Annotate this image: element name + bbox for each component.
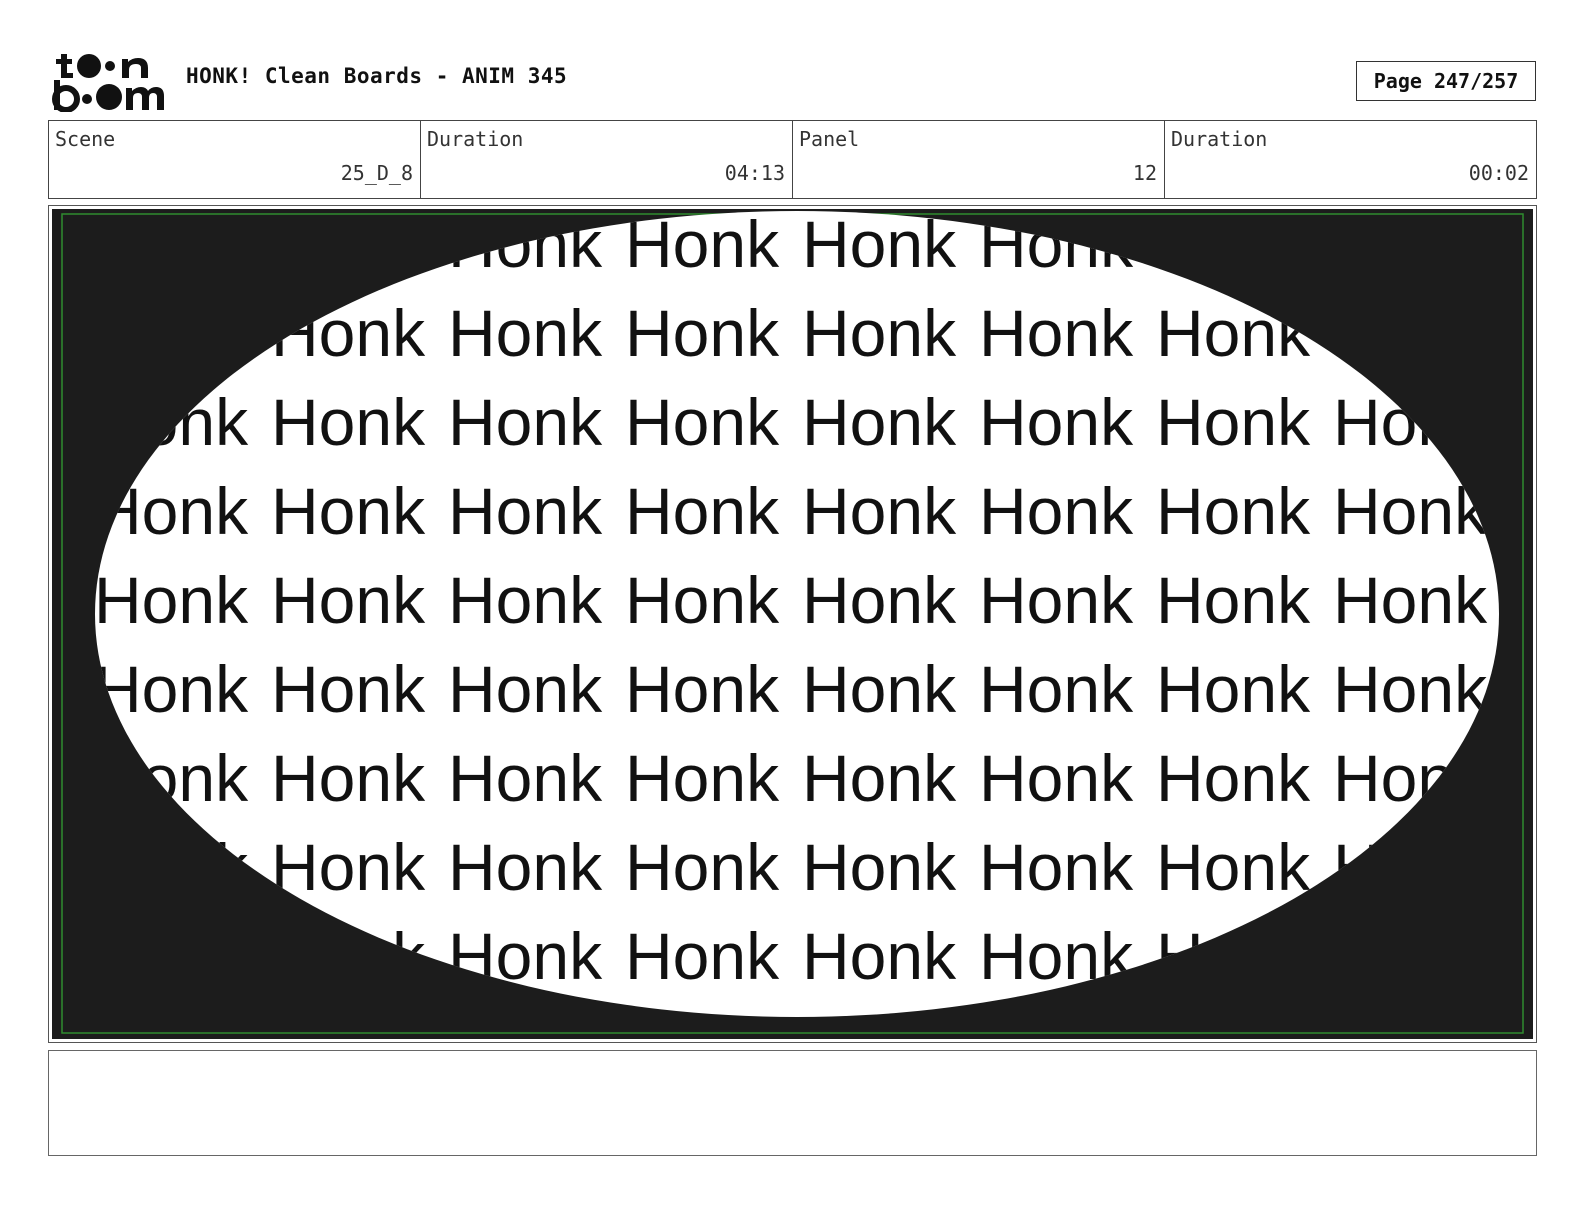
honk-word: Honk (979, 296, 1134, 370)
honk-word: Honk (448, 296, 603, 370)
honk-word: Honk (271, 474, 426, 548)
honk-word: Honk (979, 652, 1134, 726)
honk-word: Honk (802, 296, 957, 370)
toon-boom-logo (52, 54, 164, 112)
panel-duration-cell: Duration 00:02 (1165, 121, 1536, 198)
honk-word: Honk (802, 830, 957, 904)
honk-word: Honk (271, 830, 426, 904)
honk-word: Honk (448, 652, 603, 726)
honk-word: Honk (271, 741, 426, 815)
honk-word: Honk (802, 741, 957, 815)
honk-word: Honk (802, 563, 957, 637)
honk-word: Honk (1333, 652, 1488, 726)
panel-label: Panel (799, 127, 860, 151)
honk-word: Honk (448, 741, 603, 815)
panel-cell: Panel 12 (793, 121, 1165, 198)
honk-word: Honk (979, 563, 1134, 637)
panel-value: 12 (1132, 161, 1157, 185)
honk-word: Honk (1156, 830, 1311, 904)
honk-word: Honk (1156, 474, 1311, 548)
honk-word: Honk (979, 474, 1134, 548)
honk-word: Honk (625, 741, 780, 815)
honk-word: Honk (625, 563, 780, 637)
panel-duration-label: Duration (1171, 127, 1268, 151)
honk-word: Honk (448, 474, 603, 548)
notes-box (48, 1050, 1537, 1156)
page-number: Page 247/257 (1356, 61, 1536, 101)
honk-word: Honk (448, 830, 603, 904)
panel-frame: Honk Honk Honk Honk Honk Honk Honk Honk Honk Honk… (48, 205, 1537, 1043)
panel-duration-value: 00:02 (1468, 161, 1529, 185)
honk-word: Honk (802, 385, 957, 459)
honk-word: Honk (1156, 563, 1311, 637)
honk-word: Honk (271, 652, 426, 726)
honk-word: Honk (1333, 563, 1488, 637)
honk-word: Honk (802, 474, 957, 548)
honk-word: Honk (802, 652, 957, 726)
scene-duration-value: 04:13 (724, 161, 785, 185)
honk-word: Honk (271, 563, 426, 637)
honk-word: Honk (448, 563, 603, 637)
scene-duration-label: Duration (427, 127, 524, 151)
scene-cell: Scene 25_D_8 (49, 121, 421, 198)
honk-word: Honk (271, 385, 426, 459)
honk-word: Honk (625, 296, 780, 370)
honk-word: Honk (802, 919, 957, 993)
honk-word: Honk (979, 385, 1134, 459)
honk-word: Honk (625, 652, 780, 726)
honk-word: Honk (625, 919, 780, 993)
honk-word: Honk (1156, 741, 1311, 815)
honk-word: Honk (802, 209, 957, 281)
honk-word: Honk (1156, 385, 1311, 459)
honk-word: Honk (94, 563, 249, 637)
honk-word: Honk (625, 830, 780, 904)
scene-label: Scene (55, 127, 116, 151)
honk-word: Honk (1156, 652, 1311, 726)
honk-word: Honk (625, 385, 780, 459)
scene-info-table: Scene 25_D_8 Duration 04:13 Panel 12 Dur… (48, 120, 1537, 199)
honk-word: Honk (979, 830, 1134, 904)
scene-duration-cell: Duration 04:13 (421, 121, 793, 198)
document-title: HONK! Clean Boards - ANIM 345 (186, 64, 568, 88)
honk-word: Honk (625, 474, 780, 548)
honk-word: Honk (448, 385, 603, 459)
honk-word: Honk (979, 741, 1134, 815)
scene-value: 25_D_8 (340, 161, 413, 185)
panel-image: Honk Honk Honk Honk Honk Honk Honk Honk Honk Honk… (52, 209, 1533, 1039)
